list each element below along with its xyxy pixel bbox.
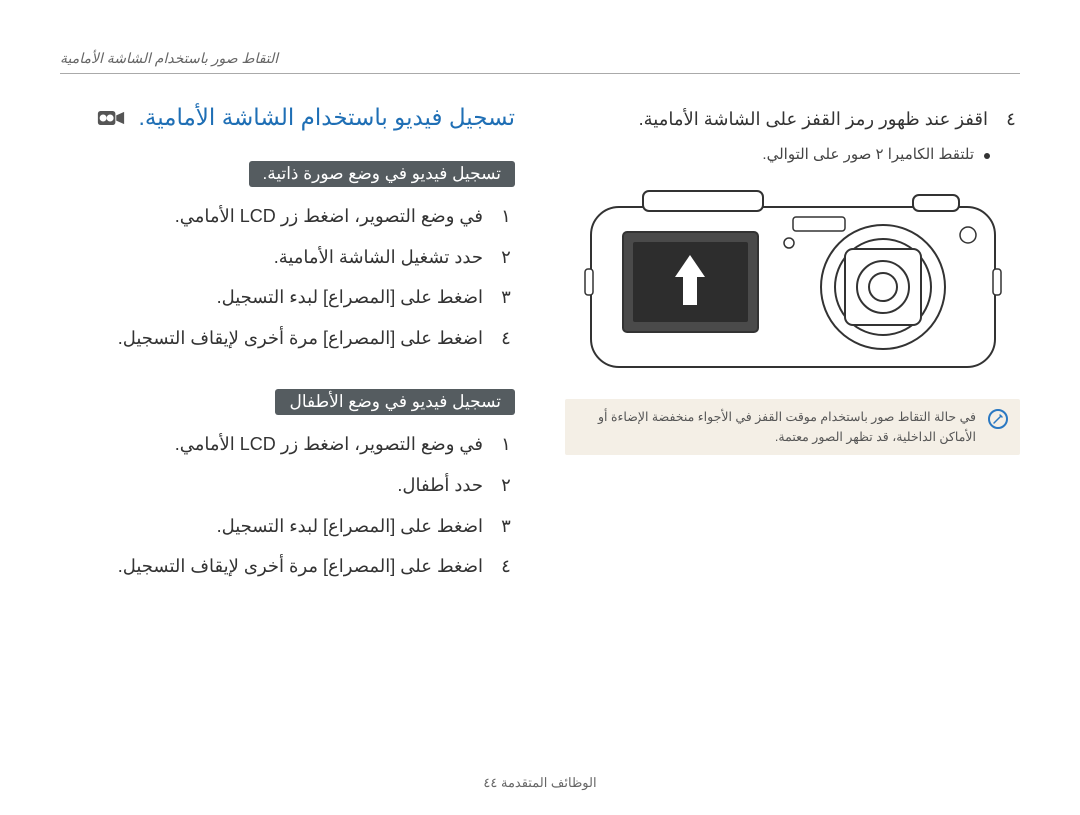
step-text: اضغط على [المصراع] لبدء التسجيل. xyxy=(217,282,483,313)
ga-step-4: ٤ اضغط على [المصراع] مرة أخرى لإيقاف الت… xyxy=(60,323,515,354)
subheading-kids: تسجيل فيديو في وضع الأطفال xyxy=(275,389,515,415)
page-header: التقاط صور باستخدام الشاشة الأمامية xyxy=(60,50,1020,74)
note-icon xyxy=(988,409,1008,429)
video-camera-icon xyxy=(97,107,125,129)
step-number: ٤ xyxy=(497,551,515,582)
step-text: في وضع التصوير، اضغط زر LCD الأمامي. xyxy=(175,201,483,232)
step-number: ٢ xyxy=(497,470,515,501)
section-title-row: تسجيل فيديو باستخدام الشاشة الأمامية. xyxy=(60,104,515,131)
section-title: تسجيل فيديو باستخدام الشاشة الأمامية. xyxy=(139,104,516,131)
step-text: حدد أطفال. xyxy=(397,470,483,501)
step-number: ٤ xyxy=(1002,104,1020,135)
ga-step-1: ١ في وضع التصوير، اضغط زر LCD الأمامي. xyxy=(60,201,515,232)
step-text: اضغط على [المصراع] مرة أخرى لإيقاف التسج… xyxy=(118,323,483,354)
step-text: حدد تشغيل الشاشة الأمامية. xyxy=(274,242,483,273)
bullet-text: تلتقط الكاميرا ٢ صور على التوالي. xyxy=(762,145,974,163)
note-text: في حالة التقاط صور باستخدام موقت القفز ف… xyxy=(577,407,976,447)
step-number: ١ xyxy=(497,429,515,460)
step-number: ٣ xyxy=(497,511,515,542)
left-column: تسجيل فيديو باستخدام الشاشة الأمامية. تس… xyxy=(60,104,515,592)
step-text: اضغط على [المصراع] لبدء التسجيل. xyxy=(217,511,483,542)
step-number: ٤ xyxy=(497,323,515,354)
step-number: ٣ xyxy=(497,282,515,313)
camera-icon xyxy=(583,177,1003,377)
step-text: اضغط على [المصراع] مرة أخرى لإيقاف التسج… xyxy=(118,551,483,582)
gb-step-2: ٢ حدد أطفال. xyxy=(60,470,515,501)
right-column: ٤ اقفز عند ظهور رمز القفز على الشاشة الأ… xyxy=(565,104,1020,592)
bullet-icon xyxy=(984,153,990,159)
step-text: اقفز عند ظهور رمز القفز على الشاشة الأما… xyxy=(639,104,988,135)
step-4: ٤ اقفز عند ظهور رمز القفز على الشاشة الأ… xyxy=(565,104,1020,135)
ga-step-3: ٣ اضغط على [المصراع] لبدء التسجيل. xyxy=(60,282,515,313)
sub-bullet: تلتقط الكاميرا ٢ صور على التوالي. xyxy=(565,145,990,163)
note-box: في حالة التقاط صور باستخدام موقت القفز ف… xyxy=(565,399,1020,455)
step-number: ١ xyxy=(497,201,515,232)
camera-illustration xyxy=(565,177,1020,377)
step-text: في وضع التصوير، اضغط زر LCD الأمامي. xyxy=(175,429,483,460)
ga-step-2: ٢ حدد تشغيل الشاشة الأمامية. xyxy=(60,242,515,273)
gb-step-4: ٤ اضغط على [المصراع] مرة أخرى لإيقاف الت… xyxy=(60,551,515,582)
gb-step-3: ٣ اضغط على [المصراع] لبدء التسجيل. xyxy=(60,511,515,542)
gb-step-1: ١ في وضع التصوير، اضغط زر LCD الأمامي. xyxy=(60,429,515,460)
subheading-self: تسجيل فيديو في وضع صورة ذاتية. xyxy=(249,161,516,187)
page-footer: الوظائف المتقدمة ٤٤ xyxy=(0,775,1080,791)
step-number: ٢ xyxy=(497,242,515,273)
